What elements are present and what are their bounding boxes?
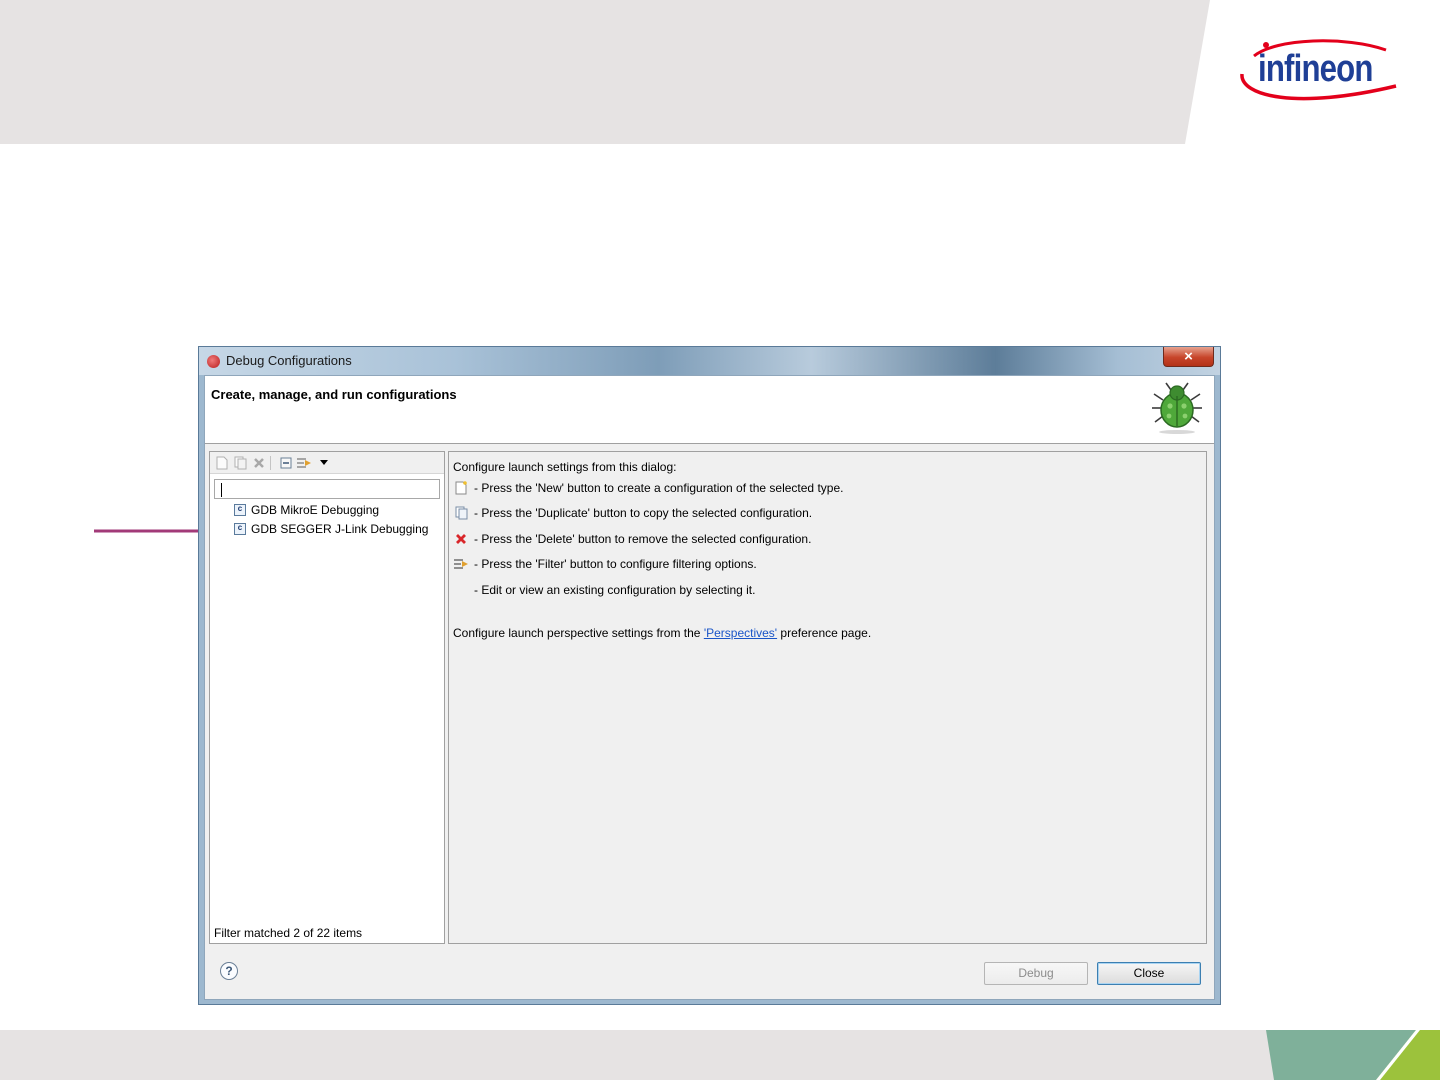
infineon-logo: infineon [1236,34,1406,114]
header-band [0,0,1210,144]
logo-wordmark: infineon [1258,48,1373,90]
tree-item-label: GDB MikroE Debugging [251,503,380,517]
perspective-text: Configure launch perspective settings fr… [453,626,872,640]
eclipse-debug-icon [207,355,220,368]
configuration-tree-pane: c GDB MikroE Debugging c GDB SEGGER J-Li… [209,451,445,944]
bug-icon [1152,382,1202,434]
delete-icon[interactable] [251,455,267,471]
tree-item-gdb-segger-jlink[interactable]: c GDB SEGGER J-Link Debugging [234,520,428,538]
duplicate-icon[interactable] [232,455,248,471]
dropdown-icon[interactable] [316,455,332,471]
debug-button[interactable]: Debug [984,962,1088,985]
tree-item-gdb-mikroe[interactable]: c GDB MikroE Debugging [234,501,379,519]
filter-icon[interactable] [296,455,312,471]
text-caret [221,483,222,497]
instruction-new: - Press the 'New' button to create a con… [453,479,843,497]
banner: Create, manage, and run configurations [205,376,1214,444]
instruction-duplicate: - Press the 'Duplicate' button to copy t… [453,504,812,522]
c-config-icon: c [234,523,246,535]
close-window-button[interactable]: × [1163,347,1214,367]
help-button[interactable]: ? [220,962,238,980]
intro-text: Configure launch settings from this dial… [453,460,677,474]
tree-toolbar [210,452,444,474]
slide: infineon Debug Configurations × Create, … [0,0,1440,1080]
new-config-icon [453,480,469,496]
filter-status: Filter matched 2 of 22 items [214,926,363,940]
instruction-edit: - Edit or view an existing configuration… [474,583,756,597]
tree-item-label: GDB SEGGER J-Link Debugging [251,522,429,536]
filter-input[interactable] [214,479,440,499]
collapse-all-icon[interactable] [278,455,294,471]
toolbar-separator [270,456,271,470]
debug-configurations-dialog: Debug Configurations × Create, manage, a… [198,346,1221,1005]
duplicate-icon [453,505,469,521]
title-bar[interactable]: Debug Configurations × [199,347,1220,375]
c-config-icon: c [234,504,246,516]
footer-band [0,1030,1440,1080]
instructions-pane: Configure launch settings from this dial… [448,451,1207,944]
dialog-client-area: Create, manage, and run configurations c… [204,375,1215,1000]
perspectives-link[interactable]: 'Perspectives' [704,626,777,640]
banner-title: Create, manage, and run configurations [211,387,457,402]
instruction-filter: - Press the 'Filter' button to configure… [453,555,757,573]
new-config-icon[interactable] [214,455,230,471]
window-title: Debug Configurations [226,353,352,368]
close-button[interactable]: Close [1097,962,1201,985]
instruction-delete: - Press the 'Delete' button to remove th… [453,530,811,548]
filter-icon [453,556,469,572]
delete-icon [453,531,469,547]
